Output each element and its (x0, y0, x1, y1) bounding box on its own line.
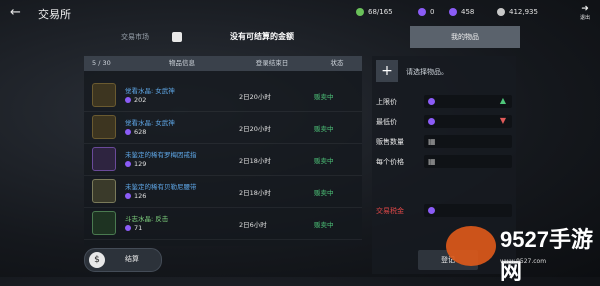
item-name: 觉看水晶: 女武神 (125, 87, 175, 95)
settle-button[interactable]: $ 结算 (84, 248, 162, 272)
crystal-icon (125, 129, 131, 135)
crystal-item-icon (92, 115, 116, 139)
crystal-icon (125, 225, 131, 231)
crystal-icon (428, 207, 435, 214)
exit-button[interactable]: ➜ 退出 (577, 4, 593, 21)
table-row[interactable]: 未鉴定的稀有罗梅因戒指 129 2日18小时 贩卖中 (84, 143, 362, 176)
add-item-button[interactable]: + (376, 60, 398, 82)
item-price: 71 (125, 224, 142, 232)
gem-icon (449, 8, 457, 16)
table-row[interactable]: 斗志水晶: 反击 71 2日6小时 贩卖中 (84, 207, 362, 240)
item-status: 贩卖中 (314, 221, 334, 229)
arrow-down-icon: ▼ (499, 116, 506, 125)
table-header: 5 / 30 物品信息 登录结束日 状态 (84, 56, 362, 71)
select-item-text: 请选择物品。 (406, 68, 448, 76)
table-row[interactable]: 未鉴定的稀有贝勒尼腰带 126 2日18小时 贩卖中 (84, 175, 362, 208)
item-status: 贩卖中 (314, 125, 334, 133)
unit-price-input[interactable]: ▦ (424, 155, 512, 168)
watermark-text: 9527手游网 (500, 227, 593, 284)
watermark-logo-icon (446, 226, 496, 266)
crystal-icon (428, 98, 435, 105)
item-end-time: 2日20小时 (239, 93, 271, 101)
item-end-time: 2日18小时 (239, 189, 271, 197)
item-status: 贩卖中 (314, 157, 334, 165)
listing-panel: 5 / 30 物品信息 登录结束日 状态 觉看水晶: 女武神 202 2日20小… (84, 56, 362, 246)
unit-price-label: 每个价格 (376, 158, 404, 166)
crystal-item-icon (92, 83, 116, 107)
page-title: 交易所 (38, 8, 71, 21)
item-name: 觉看水晶: 女武神 (125, 119, 175, 127)
item-status: 贩卖中 (314, 189, 334, 197)
max-price-input[interactable]: ▲ (424, 95, 512, 108)
min-price-input[interactable]: ▼ (424, 115, 512, 128)
crystal-icon (125, 161, 131, 167)
silver-coin-icon (497, 8, 505, 16)
resource-weight: 68/165 (356, 5, 393, 19)
item-price: 126 (125, 192, 146, 200)
max-price-label: 上限价 (376, 98, 397, 106)
ring-item-icon (92, 147, 116, 171)
item-price: 129 (125, 160, 146, 168)
tab-divider-icon (172, 32, 182, 42)
item-count: 5 / 30 (92, 59, 111, 67)
table-row[interactable]: 觉看水晶: 女武神 628 2日20小时 贩卖中 (84, 111, 362, 144)
money-bag-icon: $ (89, 252, 105, 268)
feather-item-icon (92, 211, 116, 235)
column-status: 状态 (330, 59, 344, 67)
resource-gold: 412,935 (497, 5, 538, 19)
tax-value (424, 204, 512, 217)
settle-label: 结算 (125, 255, 139, 263)
keypad-icon: ▦ (428, 157, 436, 166)
item-status: 贩卖中 (314, 93, 334, 101)
crystal-icon (418, 8, 426, 16)
item-name: 未鉴定的稀有贝勒尼腰带 (125, 183, 197, 191)
item-name: 未鉴定的稀有罗梅因戒指 (125, 151, 197, 159)
crystal-icon (428, 118, 435, 125)
watermark-url: www.9527.com (500, 258, 547, 265)
quantity-label: 贩售数量 (376, 138, 404, 146)
weight-icon (356, 8, 364, 16)
resource-crystal: 0 (418, 5, 434, 19)
arrow-up-icon: ▲ (499, 96, 506, 105)
back-arrow-icon[interactable]: ← (10, 6, 24, 20)
item-price: 628 (125, 128, 146, 136)
tax-label: 交易税金 (376, 207, 404, 215)
item-end-time: 2日6小时 (239, 221, 267, 229)
top-bar: ← 交易所 68/165 0 458 412,935 ➜ 退出 (0, 0, 600, 26)
table-row[interactable]: 觉看水晶: 女武神 202 2日20小时 贩卖中 (84, 79, 362, 112)
item-name: 斗志水晶: 反击 (125, 215, 169, 223)
settle-notice: 没有可结算的金额 (230, 32, 294, 41)
item-end-time: 2日20小时 (239, 125, 271, 133)
crystal-icon (125, 193, 131, 199)
crystal-icon (125, 97, 131, 103)
quantity-input[interactable]: ▦ (424, 135, 512, 148)
tab-my-items[interactable]: 我的物品 (410, 26, 520, 48)
column-item-info: 物品信息 (169, 59, 195, 67)
resource-gem: 458 (449, 5, 474, 19)
exit-icon: ➜ (581, 4, 589, 14)
item-price: 202 (125, 96, 146, 104)
tab-bar: 交易市场 我的物品 (80, 26, 520, 48)
belt-item-icon (92, 179, 116, 203)
item-end-time: 2日18小时 (239, 157, 271, 165)
min-price-label: 最低价 (376, 118, 397, 126)
keypad-icon: ▦ (428, 137, 436, 146)
column-end-date: 登录结束日 (255, 59, 289, 67)
